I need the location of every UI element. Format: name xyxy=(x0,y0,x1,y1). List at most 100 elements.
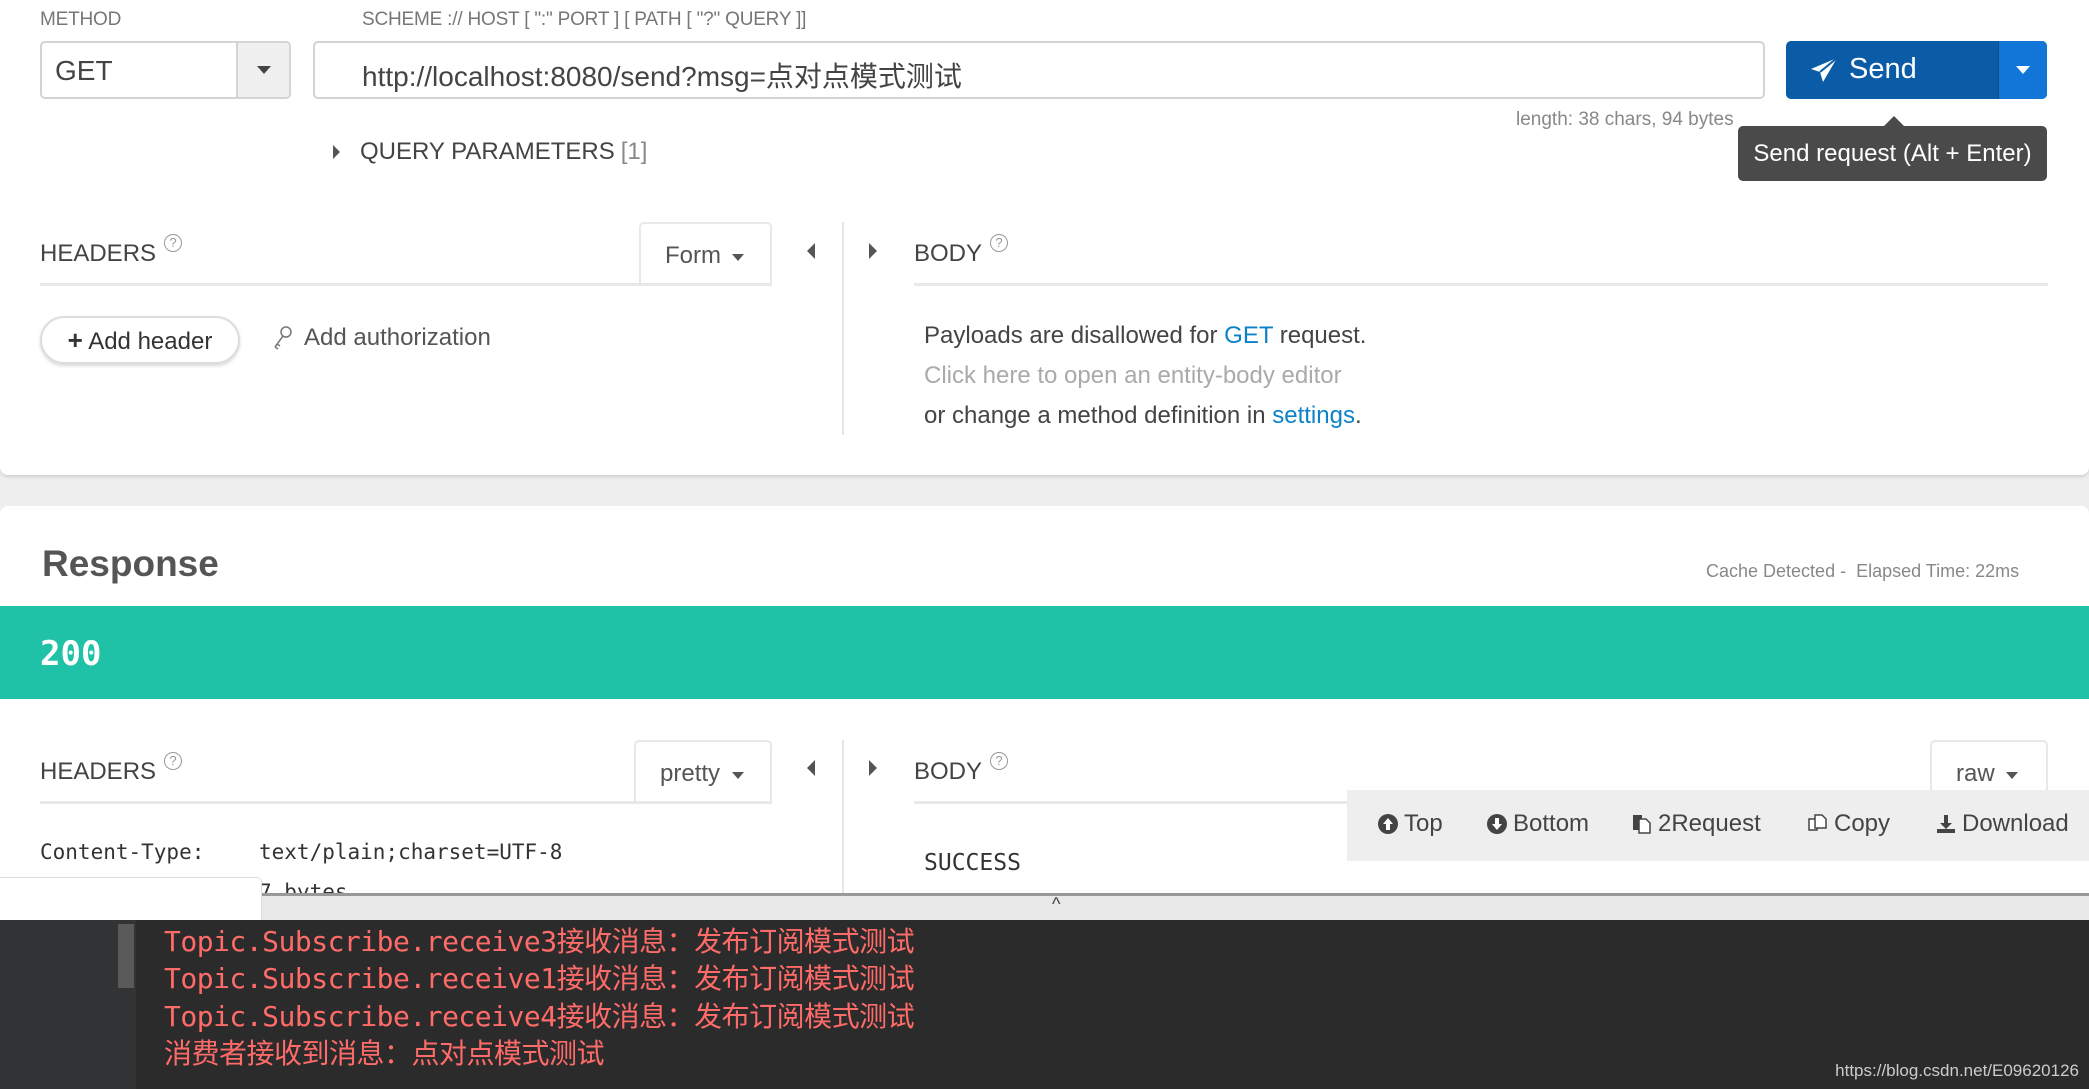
body-disallowed-message: Payloads are disallowed for GET request. xyxy=(924,322,1366,350)
console-line: Topic.Subscribe.receive4接收消息：发布订阅模式测试 xyxy=(164,1000,915,1033)
send-button[interactable]: Send xyxy=(1786,41,1998,99)
response-meta: Cache Detected - Elapsed Time: 22ms xyxy=(1706,561,2020,581)
method-link[interactable]: GET xyxy=(1224,322,1273,349)
add-authorization-label: Add authorization xyxy=(304,324,491,351)
caret-down-icon xyxy=(2016,66,2030,74)
file-icon xyxy=(1633,815,1651,834)
divider xyxy=(914,283,2048,286)
query-parameters-label: QUERY PARAMETERS xyxy=(360,138,615,165)
response-header-name: Content-Type: xyxy=(40,840,205,864)
scroll-bottom-button[interactable]: Bottom xyxy=(1487,810,1589,838)
toolbar-label: Bottom xyxy=(1513,810,1590,837)
method-label: METHOD xyxy=(40,9,122,30)
download-button[interactable]: Download xyxy=(1936,810,2069,838)
help-icon[interactable]: ? xyxy=(990,234,1009,252)
text: . xyxy=(1354,402,1362,429)
divider xyxy=(40,283,772,286)
open-body-editor-link[interactable]: Click here to open an entity-body editor xyxy=(924,362,1342,390)
text: Payloads are disallowed for xyxy=(924,322,1225,349)
response-body-content: SUCCESS xyxy=(924,850,1021,876)
arrow-circle-down-icon xyxy=(1487,814,1507,834)
add-authorization-link[interactable]: Add authorization xyxy=(272,324,491,352)
overlay-panel xyxy=(0,877,262,920)
console-line: 消费者接收到消息：点对点模式测试 xyxy=(164,1037,605,1070)
download-icon xyxy=(1937,815,1955,833)
collapse-left-icon[interactable] xyxy=(807,760,815,776)
copy-button[interactable]: Copy xyxy=(1808,810,1890,838)
divider xyxy=(914,801,1347,804)
body-mode-value: raw xyxy=(1956,760,1995,787)
url-format-label: SCHEME :// HOST [ ":" PORT ] [ PATH [ "?… xyxy=(362,9,807,30)
method-select[interactable]: GET xyxy=(40,41,291,99)
url-input[interactable] xyxy=(313,41,1765,99)
response-headers-mode-select[interactable]: pretty xyxy=(634,740,772,803)
collapse-right-icon[interactable] xyxy=(869,760,877,776)
response-body-title: BODY? xyxy=(914,752,1009,786)
response-headers-title: HEADERS? xyxy=(40,752,183,786)
arrow-circle-up-icon xyxy=(1378,814,1398,834)
key-icon xyxy=(274,326,292,350)
help-icon[interactable]: ? xyxy=(164,752,183,770)
method-dropdown-toggle[interactable] xyxy=(236,43,289,97)
status-code: 200 xyxy=(40,634,102,674)
console-gutter xyxy=(0,920,136,1089)
console-line: Topic.Subscribe.receive3接收消息：发布订阅模式测试 xyxy=(164,925,915,958)
headers-mode-value: pretty xyxy=(660,760,721,787)
method-settings-message: or change a method definition in setting… xyxy=(924,402,1362,430)
caret-down-icon xyxy=(732,254,744,261)
headers-title-text: HEADERS xyxy=(40,758,157,785)
panel-divider[interactable] xyxy=(842,222,844,435)
request-body-title: BODY? xyxy=(914,234,1009,268)
send-label: Send xyxy=(1849,53,1917,85)
toolbar-label: Copy xyxy=(1834,810,1891,837)
body-title-text: BODY xyxy=(914,240,983,267)
send-button-group: Send xyxy=(1786,41,2047,99)
headers-mode-value: Form xyxy=(665,242,721,269)
method-value: GET xyxy=(55,55,113,86)
add-header-label: Add header xyxy=(88,328,213,355)
body-title-text: BODY xyxy=(914,758,983,785)
request-panel: METHOD SCHEME :// HOST [ ":" PORT ] [ PA… xyxy=(0,0,2089,475)
paper-plane-icon xyxy=(1811,57,1838,82)
query-parameters-toggle[interactable]: QUERY PARAMETERS [1] xyxy=(333,138,647,166)
add-header-button[interactable]: + Add header xyxy=(40,316,240,364)
panel-divider[interactable] xyxy=(842,740,844,893)
console-scrollbar[interactable] xyxy=(118,924,134,988)
headers-title-text: HEADERS xyxy=(40,240,157,267)
scroll-top-button[interactable]: Top xyxy=(1378,810,1443,838)
to-request-button[interactable]: 2Request xyxy=(1632,810,1761,838)
plus-icon: + xyxy=(67,325,83,355)
response-header-value: 7 bytes xyxy=(259,880,348,893)
text: request. xyxy=(1273,322,1367,349)
toolbar-label: Download xyxy=(1962,810,2069,837)
caret-down-icon xyxy=(257,66,271,74)
watermark: https://blog.csdn.net/E09620126 xyxy=(1835,1061,2079,1080)
help-icon[interactable]: ? xyxy=(990,752,1009,770)
copy-icon xyxy=(1808,814,1827,831)
send-tooltip: Send request (Alt + Enter) xyxy=(1738,116,2047,181)
request-headers-title: HEADERS? xyxy=(40,234,183,268)
url-length-info: length: 38 chars, 94 bytes xyxy=(1516,109,1734,130)
response-header-value: text/plain;charset=UTF-8 xyxy=(259,840,563,864)
collapse-strip[interactable]: ^ xyxy=(262,893,2089,920)
divider xyxy=(40,801,772,804)
collapse-left-icon[interactable] xyxy=(807,243,815,259)
caret-down-icon xyxy=(732,772,744,779)
caret-right-icon xyxy=(333,145,340,159)
collapse-right-icon[interactable] xyxy=(869,243,877,259)
text: or change a method definition in xyxy=(924,402,1273,429)
response-toolbar: Top Bottom 2Request Copy Download xyxy=(1347,790,2089,861)
chevron-up-icon[interactable]: ^ xyxy=(1052,894,1060,915)
response-title: Response xyxy=(42,543,219,584)
caret-down-icon xyxy=(2006,772,2018,779)
send-options-toggle[interactable] xyxy=(1998,41,2047,99)
status-bar: 200 xyxy=(0,606,2089,699)
settings-link[interactable]: settings xyxy=(1272,402,1355,429)
console-line: Topic.Subscribe.receive1接收消息：发布订阅模式测试 xyxy=(164,962,915,995)
query-parameters-count: [1] xyxy=(620,138,648,165)
toolbar-label: 2Request xyxy=(1658,810,1761,837)
toolbar-label: Top xyxy=(1404,810,1443,837)
headers-mode-select[interactable]: Form xyxy=(639,222,772,285)
console-panel: Topic.Subscribe.receive3接收消息：发布订阅模式测试 To… xyxy=(0,920,2089,1089)
help-icon[interactable]: ? xyxy=(164,234,183,252)
